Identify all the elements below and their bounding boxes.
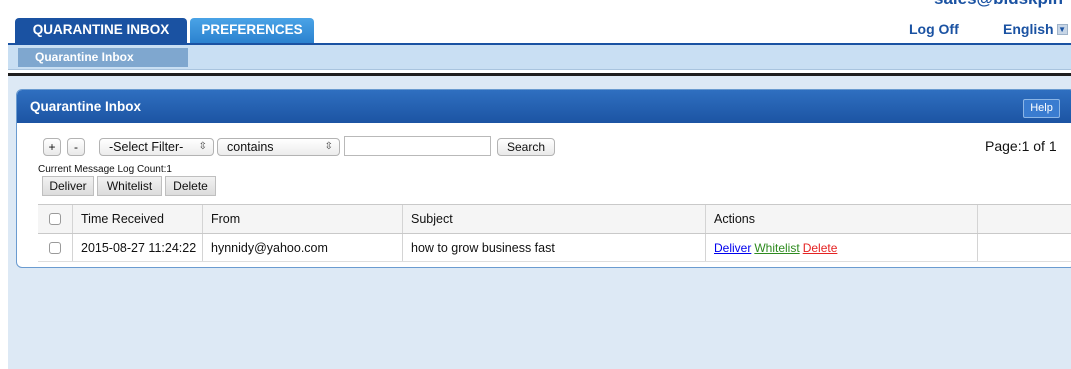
- row-checkbox[interactable]: [49, 241, 61, 254]
- whitelist-button[interactable]: Whitelist: [97, 176, 162, 196]
- help-button[interactable]: Help: [1023, 99, 1060, 118]
- add-filter-button[interactable]: +: [43, 138, 61, 156]
- column-from[interactable]: From: [202, 205, 402, 233]
- log-off-link[interactable]: Log Off: [909, 21, 959, 37]
- chevron-down-icon[interactable]: ▼: [1056, 23, 1068, 35]
- row-deliver-link[interactable]: Deliver: [714, 241, 751, 255]
- table-header: Time Received From Subject Actions: [38, 204, 1071, 234]
- remove-filter-button[interactable]: -: [67, 138, 85, 156]
- select-arrows-icon: ⇳: [198, 141, 207, 152]
- search-button[interactable]: Search: [497, 138, 555, 156]
- cell-extra: [977, 234, 1071, 261]
- select-arrows-icon: ⇳: [324, 141, 333, 152]
- filter-condition-select[interactable]: contains ⇳: [217, 138, 340, 156]
- row-whitelist-link[interactable]: Whitelist: [754, 241, 799, 255]
- top-bar: QUARANTINE INBOX PREFERENCES sales@bidsk…: [0, 0, 1071, 44]
- subnav-tab-quarantine-inbox[interactable]: Quarantine Inbox: [18, 48, 188, 67]
- deliver-button[interactable]: Deliver: [42, 176, 94, 196]
- column-subject[interactable]: Subject: [402, 205, 705, 233]
- language-label: English: [1003, 21, 1054, 37]
- column-time-received[interactable]: Time Received: [72, 205, 202, 233]
- row-select-cell: [38, 234, 72, 261]
- column-extra: [977, 205, 1071, 233]
- column-actions: Actions: [705, 205, 977, 233]
- language-select[interactable]: English ▼: [1003, 21, 1068, 37]
- tab-preferences[interactable]: PREFERENCES: [190, 18, 314, 43]
- sub-navigation: Quarantine Inbox: [8, 45, 1071, 70]
- page-indicator: Page:1 of 1: [985, 138, 1057, 154]
- cell-subject: how to grow business fast: [402, 234, 705, 261]
- filter-field-select[interactable]: -Select Filter- ⇳: [99, 138, 214, 156]
- panel-header: Quarantine Inbox Help: [17, 90, 1071, 123]
- select-all-checkbox[interactable]: [49, 213, 61, 225]
- table-row: 2015-08-27 11:24:22 hynnidy@yahoo.com ho…: [38, 234, 1071, 262]
- cell-time-received: 2015-08-27 11:24:22: [72, 234, 202, 261]
- select-all-cell: [38, 205, 72, 233]
- delete-button[interactable]: Delete: [165, 176, 216, 196]
- search-input[interactable]: [344, 136, 491, 156]
- panel-title: Quarantine Inbox: [30, 99, 142, 114]
- account-email: sales@bidskpin: [934, 0, 1063, 9]
- message-log-count: Current Message Log Count:1: [38, 164, 172, 175]
- quarantine-panel: Quarantine Inbox Help + - -Select Filter…: [16, 89, 1071, 268]
- cell-actions: Deliver Whitelist Delete: [705, 234, 977, 261]
- tab-quarantine-inbox[interactable]: QUARANTINE INBOX: [15, 18, 187, 43]
- filter-field-value: -Select Filter-: [109, 140, 184, 154]
- row-delete-link[interactable]: Delete: [803, 241, 838, 255]
- cell-from: hynnidy@yahoo.com: [202, 234, 402, 261]
- filter-condition-value: contains: [227, 140, 274, 154]
